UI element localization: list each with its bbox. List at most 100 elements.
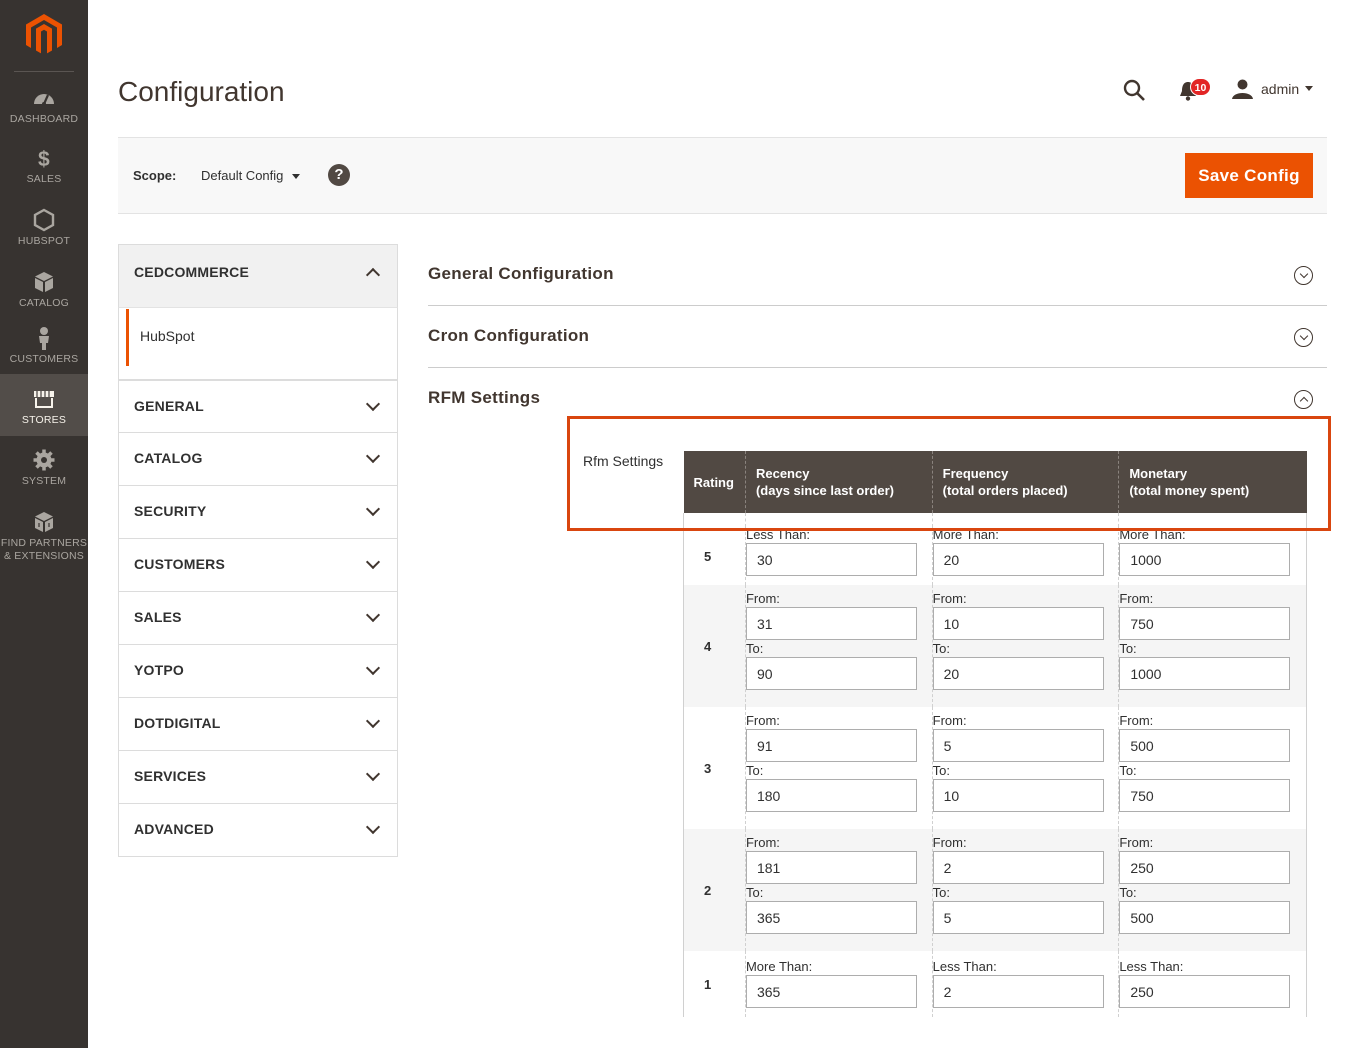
- rating-value: 5: [683, 527, 746, 585]
- tab-group-dotdigital[interactable]: DOTDIGITAL: [118, 698, 398, 751]
- user-menu[interactable]: admin: [1261, 81, 1299, 97]
- logo-divider: [14, 71, 74, 72]
- recency-label: From:: [745, 713, 780, 728]
- scope-switcher[interactable]: Default Config: [201, 168, 283, 183]
- tab-item-hubspot[interactable]: HubSpot: [118, 308, 398, 368]
- frequency-input[interactable]: [932, 607, 1104, 640]
- monetary-to-label: To:: [1119, 885, 1137, 900]
- nav-label: CATALOG: [18, 297, 70, 309]
- monetary-to-label: To:: [1119, 763, 1137, 778]
- frequency-label: From:: [932, 591, 967, 606]
- monetary-label: From:: [1119, 835, 1154, 850]
- frequency-to-label: To:: [932, 641, 950, 656]
- recency-input[interactable]: [745, 975, 917, 1008]
- tab-group-cedcommerce[interactable]: CEDCOMMERCE: [118, 244, 398, 308]
- recency-input[interactable]: [745, 607, 917, 640]
- nav-item-find-partners[interactable]: FIND PARTNERS & EXTENSIONS: [0, 510, 88, 562]
- nav-item-sales[interactable]: $ SALES: [0, 146, 88, 186]
- magento-logo-icon[interactable]: [24, 12, 64, 56]
- recency-to-input[interactable]: [745, 779, 917, 812]
- frequency-input[interactable]: [932, 851, 1104, 884]
- expand-icon[interactable]: [1294, 328, 1313, 347]
- rfm-row-rating-3: 3From:To:From:To:From:To:: [683, 707, 1307, 829]
- section-cron-configuration[interactable]: Cron Configuration: [428, 306, 1327, 368]
- monetary-input[interactable]: [1119, 851, 1291, 884]
- chevron-down-icon: [365, 501, 381, 517]
- nav-item-stores[interactable]: STORES: [0, 374, 88, 436]
- tab-group-security[interactable]: SECURITY: [118, 486, 398, 539]
- monetary-to-input[interactable]: [1119, 657, 1291, 690]
- recency-cell: From: To:: [744, 829, 933, 951]
- tab-group-general[interactable]: GENERAL: [118, 380, 398, 433]
- section-title: General Configuration: [428, 264, 614, 283]
- hexagon-icon: [33, 208, 55, 232]
- recency-to-input[interactable]: [745, 657, 917, 690]
- tab-group-sales[interactable]: SALES: [118, 592, 398, 645]
- tab-group-customers[interactable]: CUSTOMERS: [118, 539, 398, 592]
- nav-item-customers[interactable]: CUSTOMERS: [0, 326, 88, 366]
- frequency-input[interactable]: [932, 543, 1104, 576]
- frequency-to-label: To:: [932, 763, 950, 778]
- rfm-row-rating-2: 2From:To:From:To:From:To:: [683, 829, 1307, 951]
- monetary-input[interactable]: [1119, 543, 1291, 576]
- recency-to-label: To:: [745, 885, 764, 900]
- recency-input[interactable]: [745, 729, 917, 762]
- monetary-to-input[interactable]: [1119, 901, 1291, 934]
- frequency-to-input[interactable]: [932, 657, 1104, 690]
- collapse-icon[interactable]: [1294, 390, 1313, 409]
- tab-group-label: SECURITY: [134, 503, 207, 519]
- nav-label: FIND PARTNERS: [0, 537, 88, 549]
- tab-group-label: SALES: [134, 609, 182, 625]
- notification-count-badge[interactable]: 10: [1190, 78, 1211, 96]
- highlight-annotation-box: [567, 416, 1331, 531]
- frequency-to-input[interactable]: [932, 901, 1104, 934]
- search-icon[interactable]: [1122, 78, 1146, 102]
- frequency-input[interactable]: [932, 975, 1104, 1008]
- recency-cell: From: To:: [744, 707, 933, 829]
- chevron-down-icon[interactable]: [1305, 86, 1313, 91]
- monetary-to-input[interactable]: [1119, 779, 1291, 812]
- recency-input[interactable]: [745, 543, 917, 576]
- recency-input[interactable]: [745, 851, 917, 884]
- scope-label: Scope:: [133, 168, 177, 183]
- recency-cell: More Than:: [744, 951, 933, 1017]
- frequency-cell: From: To:: [931, 829, 1119, 951]
- svg-text:$: $: [38, 148, 50, 170]
- user-icon[interactable]: [1232, 79, 1253, 99]
- tab-group-label: YOTPO: [134, 662, 185, 678]
- chevron-up-icon: [365, 267, 381, 283]
- nav-item-system[interactable]: SYSTEM: [0, 448, 88, 488]
- tab-group-services[interactable]: SERVICES: [118, 751, 398, 804]
- frequency-cell: More Than:: [931, 527, 1119, 585]
- nav-item-catalog[interactable]: CATALOG: [0, 270, 88, 310]
- chevron-down-icon[interactable]: [292, 174, 300, 179]
- section-general-configuration[interactable]: General Configuration: [428, 244, 1327, 306]
- nav-item-hubspot[interactable]: HUBSPOT: [0, 208, 88, 248]
- scope-bar: Scope: Default Config ? Save Config: [118, 137, 1327, 214]
- expand-icon[interactable]: [1294, 266, 1313, 285]
- help-icon[interactable]: ?: [328, 164, 350, 186]
- monetary-input[interactable]: [1119, 607, 1291, 640]
- monetary-input[interactable]: [1119, 975, 1291, 1008]
- person-icon: [39, 327, 49, 350]
- monetary-cell: Less Than:: [1118, 951, 1307, 1017]
- save-config-button[interactable]: Save Config: [1185, 153, 1313, 198]
- chevron-down-icon: [365, 607, 381, 623]
- frequency-to-input[interactable]: [932, 779, 1104, 812]
- tab-item-label: HubSpot: [140, 328, 195, 344]
- rfm-settings-table: Rating Recency (days since last order) Fr…: [683, 451, 1307, 1017]
- frequency-input[interactable]: [932, 729, 1104, 762]
- tab-group-advanced[interactable]: ADVANCED: [118, 804, 398, 857]
- frequency-label: From:: [932, 713, 967, 728]
- chevron-down-icon: [365, 554, 381, 570]
- nav-item-dashboard[interactable]: DASHBOARD: [0, 86, 88, 126]
- tab-group-yotpo[interactable]: YOTPO: [118, 645, 398, 698]
- recency-to-label: To:: [745, 641, 764, 656]
- monetary-label: From:: [1119, 591, 1154, 606]
- frequency-cell: From: To:: [931, 707, 1119, 829]
- nav-label: SYSTEM: [21, 475, 67, 487]
- recency-to-input[interactable]: [745, 901, 917, 934]
- monetary-input[interactable]: [1119, 729, 1291, 762]
- tab-group-catalog[interactable]: CATALOG: [118, 433, 398, 486]
- frequency-cell: From: To:: [931, 585, 1119, 707]
